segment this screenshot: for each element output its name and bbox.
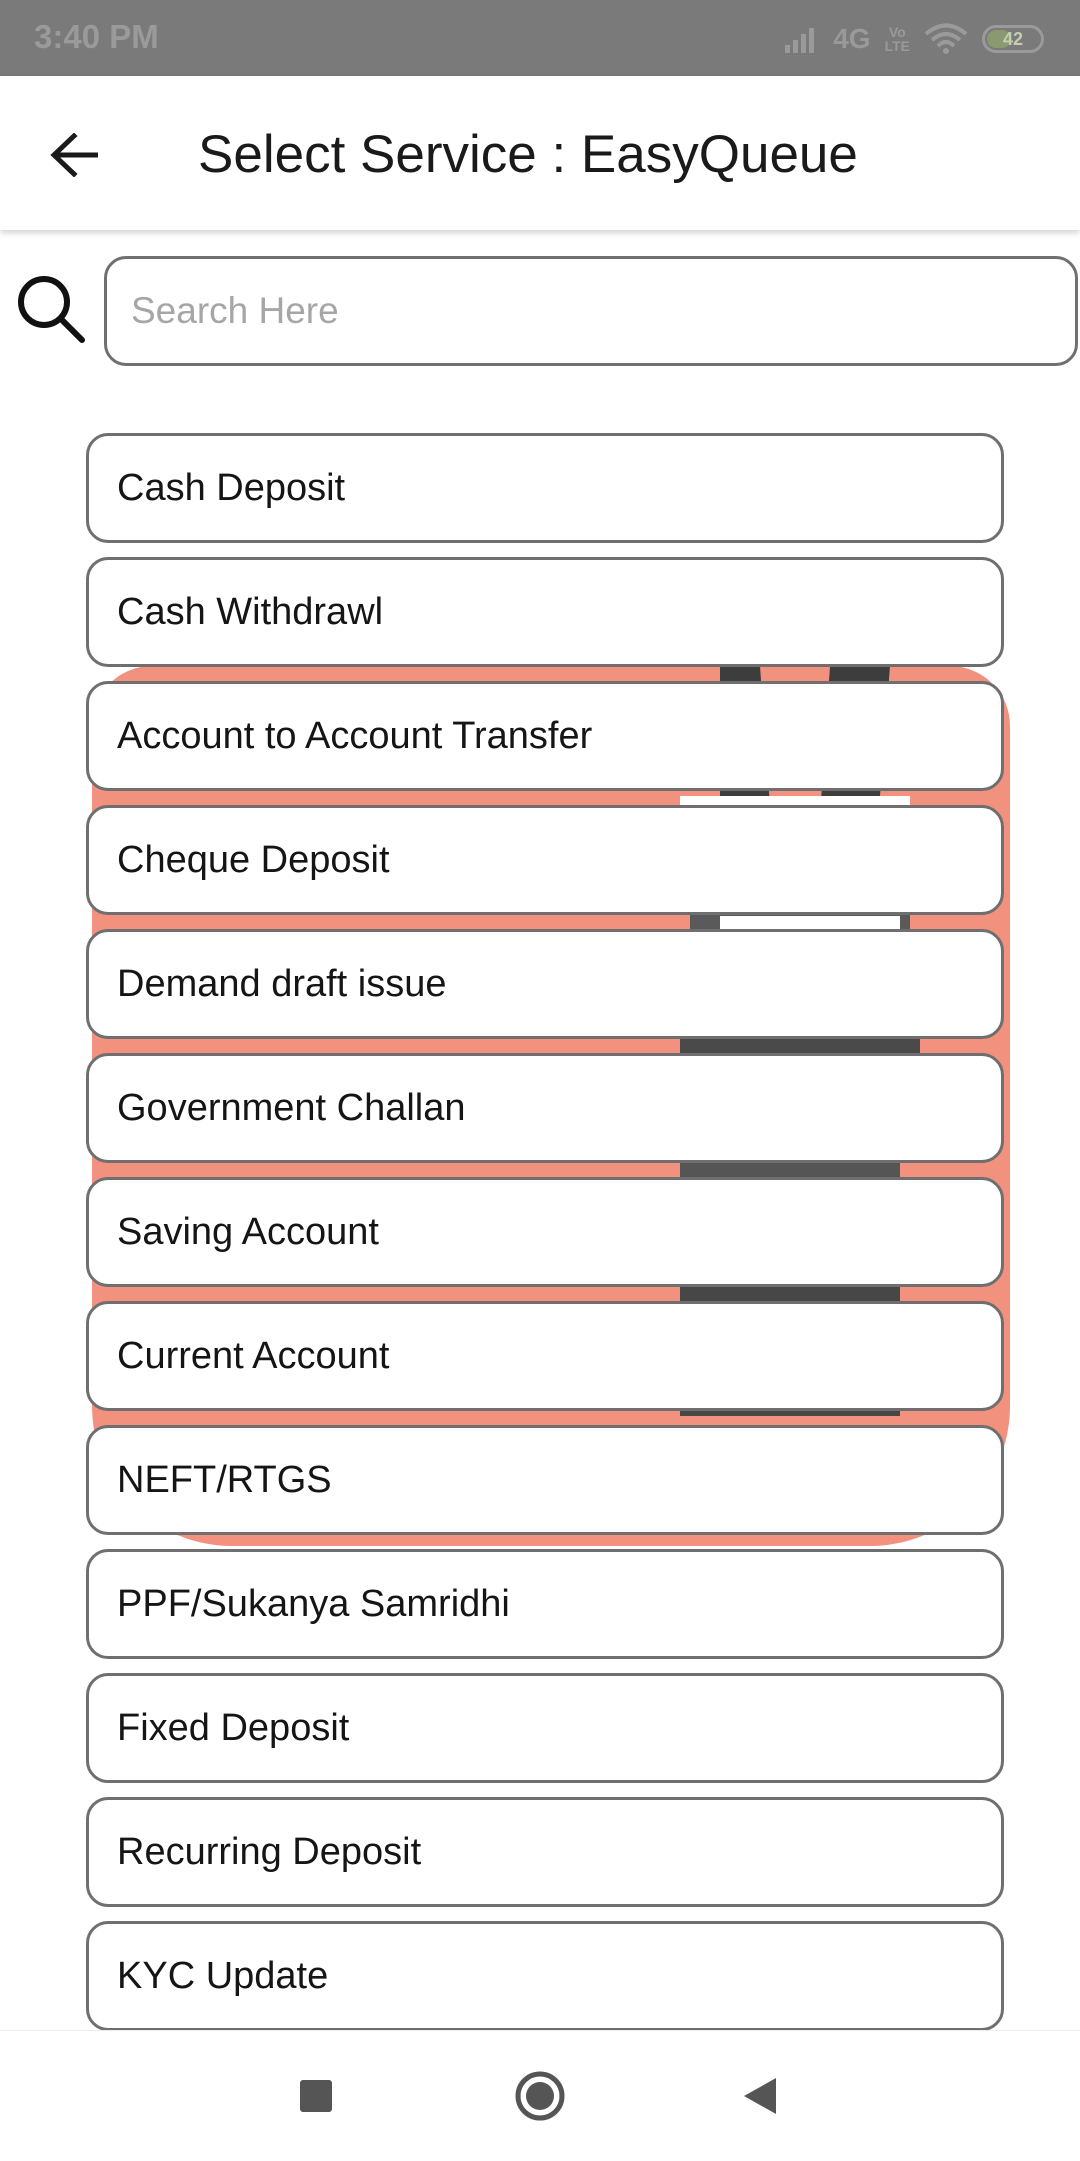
battery-icon: 42 xyxy=(982,25,1044,53)
service-item-label: PPF/Sukanya Samridhi xyxy=(117,1582,510,1625)
search-icon[interactable] xyxy=(14,272,90,348)
home-button[interactable] xyxy=(497,2053,583,2139)
status-bar: 3:40 PM 4G Vo LTE 42 xyxy=(0,0,1080,76)
service-item[interactable]: Cheque Deposit xyxy=(86,805,1004,915)
service-item-label: Cash Deposit xyxy=(117,466,346,509)
service-item-label: Cheque Deposit xyxy=(117,838,390,881)
app-bar: Select Service : EasyQueue xyxy=(0,76,1080,230)
triangle-left-icon xyxy=(744,2078,776,2114)
service-item-label: Saving Account xyxy=(117,1210,379,1253)
service-list: Cash Deposit Cash Withdrawl Account to Acc… xyxy=(86,433,1004,2045)
service-item[interactable]: NEFT/RTGS xyxy=(86,1425,1004,1535)
circle-icon xyxy=(515,2071,565,2121)
service-item-label: Current Account xyxy=(117,1334,390,1377)
nav-back-button[interactable] xyxy=(717,2053,803,2139)
service-item[interactable]: Cash Deposit xyxy=(86,433,1004,543)
service-item-label: Government Challan xyxy=(117,1086,466,1129)
search-input[interactable] xyxy=(104,256,1078,366)
battery-level: 42 xyxy=(1002,29,1024,49)
square-icon xyxy=(300,2080,332,2112)
service-item-label: Account to Account Transfer xyxy=(117,714,593,757)
arrow-left-icon xyxy=(50,133,98,177)
service-item-label: Demand draft issue xyxy=(117,962,447,1005)
service-item[interactable]: Cash Withdrawl xyxy=(86,557,1004,667)
service-item-label: Recurring Deposit xyxy=(117,1830,422,1873)
navigation-bar xyxy=(0,2030,1080,2161)
status-time: 3:40 PM xyxy=(34,18,159,55)
service-item[interactable]: Government Challan xyxy=(86,1053,1004,1163)
service-item-label: NEFT/RTGS xyxy=(117,1458,332,1501)
service-item[interactable]: Account to Account Transfer xyxy=(86,681,1004,791)
wifi-icon xyxy=(924,23,968,54)
service-item-label: Fixed Deposit xyxy=(117,1706,350,1749)
volte-bottom: LTE xyxy=(884,38,910,54)
volte-indicator: Vo LTE xyxy=(885,25,910,53)
page-title: Select Service : EasyQueue xyxy=(198,125,858,184)
service-item-label: KYC Update xyxy=(117,1954,329,1997)
service-item[interactable]: KYC Update xyxy=(86,1921,1004,2031)
recents-button[interactable] xyxy=(273,2053,359,2139)
network-type: 4G xyxy=(833,23,871,54)
service-item[interactable]: Recurring Deposit xyxy=(86,1797,1004,1907)
service-item[interactable]: Demand draft issue xyxy=(86,929,1004,1039)
service-item[interactable]: PPF/Sukanya Samridhi xyxy=(86,1549,1004,1659)
status-icons: 4G Vo LTE 42 xyxy=(783,20,1044,58)
signal-icon xyxy=(785,28,815,53)
service-item[interactable]: Saving Account xyxy=(86,1177,1004,1287)
back-button[interactable] xyxy=(38,118,112,192)
service-item[interactable]: Fixed Deposit xyxy=(86,1673,1004,1783)
service-item[interactable]: Current Account xyxy=(86,1301,1004,1411)
service-item-label: Cash Withdrawl xyxy=(117,590,384,633)
